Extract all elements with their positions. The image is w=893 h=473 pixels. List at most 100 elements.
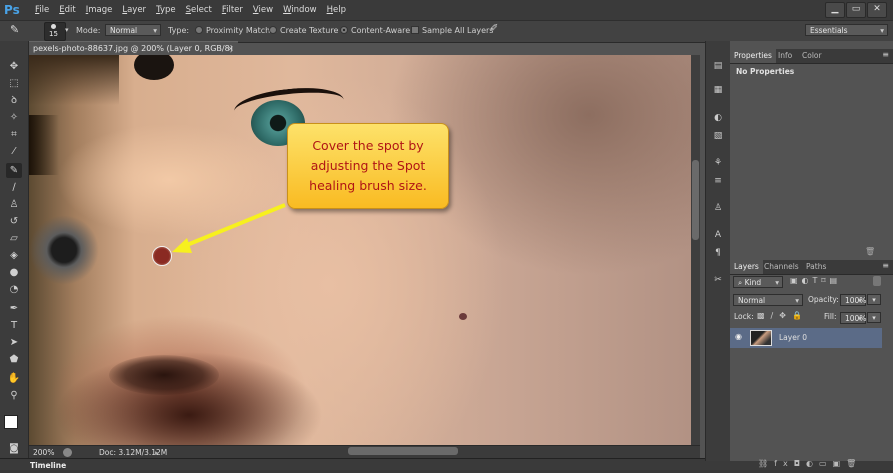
- minimize-button[interactable]: ▁: [825, 2, 845, 18]
- sample-all-layers-label: Sample All Layers: [422, 26, 494, 35]
- create-texture-radio[interactable]: [269, 26, 277, 34]
- vertical-scroll-thumb[interactable]: [692, 160, 699, 240]
- foreground-color-swatch[interactable]: [4, 415, 18, 429]
- skin-spot: [459, 313, 467, 320]
- pen-tool-icon[interactable]: ✒: [6, 301, 22, 316]
- actions-panel-icon[interactable]: ▦: [710, 83, 726, 97]
- zoom-tool-icon[interactable]: ⚲: [6, 388, 22, 403]
- crop-tool-icon[interactable]: ⌗: [6, 127, 22, 142]
- menu-edit[interactable]: Edit: [54, 0, 80, 20]
- menu-type[interactable]: Type: [151, 0, 181, 20]
- lasso-tool-icon[interactable]: ꝺ: [6, 93, 22, 108]
- canvas-vertical-scrollbar[interactable]: [691, 55, 700, 445]
- layer-filter-icons[interactable]: ▣◐T⌑▤: [790, 276, 841, 285]
- tab-color[interactable]: Color: [798, 49, 826, 63]
- tab-paths[interactable]: Paths: [802, 260, 830, 274]
- brush-presets-icon[interactable]: ≡: [710, 174, 726, 188]
- eyedropper-tool-icon[interactable]: ⁄: [6, 144, 22, 159]
- paint-bucket-tool-icon[interactable]: ◈: [6, 248, 22, 263]
- layer-filter-kind: Kind: [744, 278, 762, 287]
- tool-presets-icon[interactable]: ✂: [710, 273, 726, 287]
- photoshop-logo: Ps: [4, 3, 20, 17]
- hair-area: [29, 55, 119, 105]
- brush-tool-icon[interactable]: ∕: [6, 180, 22, 195]
- tab-info[interactable]: Info: [774, 49, 796, 63]
- content-aware-radio[interactable]: [340, 26, 348, 34]
- opacity-input[interactable]: 100%: [840, 294, 866, 307]
- menu-view[interactable]: View: [248, 0, 278, 20]
- menu-window[interactable]: Window: [278, 0, 322, 20]
- brush-cursor: [152, 246, 172, 266]
- move-tool-icon[interactable]: ✥: [6, 59, 22, 74]
- blend-mode-dropdown[interactable]: Normal: [733, 294, 803, 307]
- blur-tool-icon[interactable]: ●: [6, 265, 22, 280]
- menu-file[interactable]: File: [30, 0, 54, 20]
- type-tool-icon[interactable]: T: [6, 318, 22, 333]
- styles-panel-icon[interactable]: ▧: [710, 129, 726, 143]
- spot-healing-brush-tool-icon[interactable]: ✎: [6, 163, 22, 178]
- panel-dock: ▤ ▦ ◐ ▧ ⚘ ≡ ♙ A ¶ ✂: [705, 41, 731, 461]
- proximity-match-label: Proximity Match: [206, 26, 271, 35]
- menu-filter[interactable]: Filter: [217, 0, 248, 20]
- panel-menu-icon[interactable]: ≡: [882, 50, 889, 59]
- proximity-match-radio[interactable]: [195, 26, 203, 34]
- menu-select[interactable]: Select: [181, 0, 217, 20]
- hair-curl: [134, 55, 174, 80]
- fill-label: Fill:: [824, 312, 837, 321]
- image-canvas[interactable]: Cover the spot by adjusting the Spot hea…: [29, 55, 691, 445]
- marquee-tool-icon[interactable]: ⬚: [6, 76, 22, 91]
- paragraph-panel-icon[interactable]: ¶: [710, 246, 726, 260]
- layer-thumbnail: [750, 330, 772, 346]
- quick-selection-tool-icon[interactable]: ✧: [6, 110, 22, 125]
- pressure-size-icon[interactable]: ✐: [490, 23, 498, 34]
- fill-slider-toggle[interactable]: ▾: [867, 312, 881, 323]
- horizontal-scroll-thumb[interactable]: [348, 447, 458, 455]
- eye-icon[interactable]: ◉: [735, 332, 742, 341]
- dodge-tool-icon[interactable]: ◔: [6, 282, 22, 297]
- history-brush-tool-icon[interactable]: ↺: [6, 214, 22, 229]
- mode-dropdown[interactable]: Normal: [105, 24, 161, 37]
- type-label: Type:: [168, 26, 190, 35]
- layers-panel-menu-icon[interactable]: ≡: [882, 261, 889, 270]
- eraser-tool-icon[interactable]: ▱: [6, 231, 22, 246]
- quick-mask-icon[interactable]: ◙: [6, 441, 22, 456]
- close-icon[interactable]: ×: [227, 42, 234, 56]
- menu-layer[interactable]: Layer: [117, 0, 151, 20]
- tab-layers[interactable]: Layers: [730, 260, 763, 274]
- filter-toggle[interactable]: [873, 276, 881, 286]
- chevron-down-icon[interactable]: ▾: [65, 26, 69, 34]
- opacity-slider-toggle[interactable]: ▾: [867, 294, 881, 305]
- path-selection-tool-icon[interactable]: ➤: [6, 335, 22, 350]
- hand-tool-icon[interactable]: ✋: [6, 371, 22, 386]
- tab-properties[interactable]: Properties: [730, 49, 776, 63]
- lock-label: Lock:: [734, 312, 754, 321]
- lock-icons[interactable]: ▩∕✥🔒: [757, 311, 808, 320]
- toolbox: ✥ ⬚ ꝺ ✧ ⌗ ⁄ ✎ ∕ ♙ ↺ ▱ ◈ ● ◔ ✒ T ➤ ⬟ ✋ ⚲ …: [0, 41, 29, 461]
- status-info-icon[interactable]: [63, 448, 72, 457]
- layer-actions-icons[interactable]: ⛓fx◘◐▭▣🗑: [758, 459, 862, 468]
- layer-name[interactable]: Layer 0: [779, 332, 807, 344]
- brush-panel-icon[interactable]: ⚘: [710, 156, 726, 170]
- menu-image[interactable]: Image: [81, 0, 118, 20]
- layer-filter-dropdown[interactable]: ⌕ Kind: [733, 276, 783, 289]
- sample-all-layers-checkbox[interactable]: [411, 26, 419, 34]
- shape-tool-icon[interactable]: ⬟: [6, 352, 22, 367]
- fill-input[interactable]: 100%: [840, 312, 866, 325]
- adjustments-panel-icon[interactable]: ◐: [710, 111, 726, 125]
- brush-preset-picker[interactable]: 15: [44, 22, 66, 41]
- history-panel-icon[interactable]: ▤: [710, 59, 726, 73]
- tab-channels[interactable]: Channels: [760, 260, 803, 274]
- trash-icon[interactable]: 🗑: [865, 247, 875, 256]
- clone-stamp-tool-icon[interactable]: ♙: [6, 197, 22, 212]
- menu-help[interactable]: Help: [322, 0, 351, 20]
- brush-tip-icon: [51, 24, 56, 29]
- close-window-button[interactable]: ✕: [867, 2, 887, 18]
- hair-strand: [29, 115, 59, 175]
- timeline-tab[interactable]: Timeline: [30, 459, 66, 472]
- spot-healing-brush-icon[interactable]: ✎: [10, 23, 30, 37]
- workspace-dropdown[interactable]: Essentials: [805, 24, 888, 37]
- document-tab[interactable]: pexels-photo-88637.jpg @ 200% (Layer 0, …: [29, 41, 238, 67]
- clone-source-icon[interactable]: ♙: [710, 201, 726, 215]
- character-panel-icon[interactable]: A: [710, 228, 726, 242]
- maximize-button[interactable]: ▭: [846, 2, 866, 18]
